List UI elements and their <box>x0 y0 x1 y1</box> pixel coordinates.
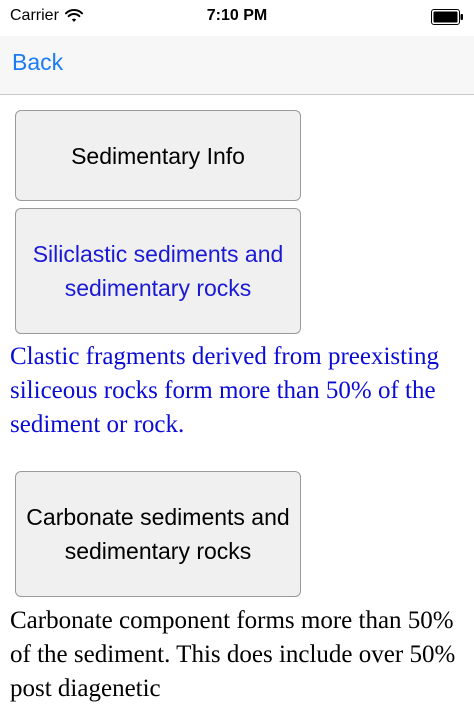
siliclastic-button[interactable]: Siliclastic sediments and sedimentary ro… <box>15 208 301 334</box>
carbonate-description: Carbonate component forms more than 50% … <box>10 607 456 702</box>
siliclastic-description: Clastic fragments derived from preexisti… <box>10 343 440 438</box>
app-screen: Carrier 7:10 PM Back Sedimentary Info Si… <box>0 0 474 711</box>
navigation-bar: Back <box>0 36 474 95</box>
status-bar: Carrier 7:10 PM <box>0 0 474 36</box>
battery-icon <box>431 9 463 25</box>
status-time: 7:10 PM <box>206 7 268 24</box>
sedimentary-info-button[interactable]: Sedimentary Info <box>15 110 301 201</box>
carbonate-button[interactable]: Carbonate sediments and sedimentary rock… <box>15 471 301 597</box>
back-button[interactable]: Back <box>12 49 63 76</box>
